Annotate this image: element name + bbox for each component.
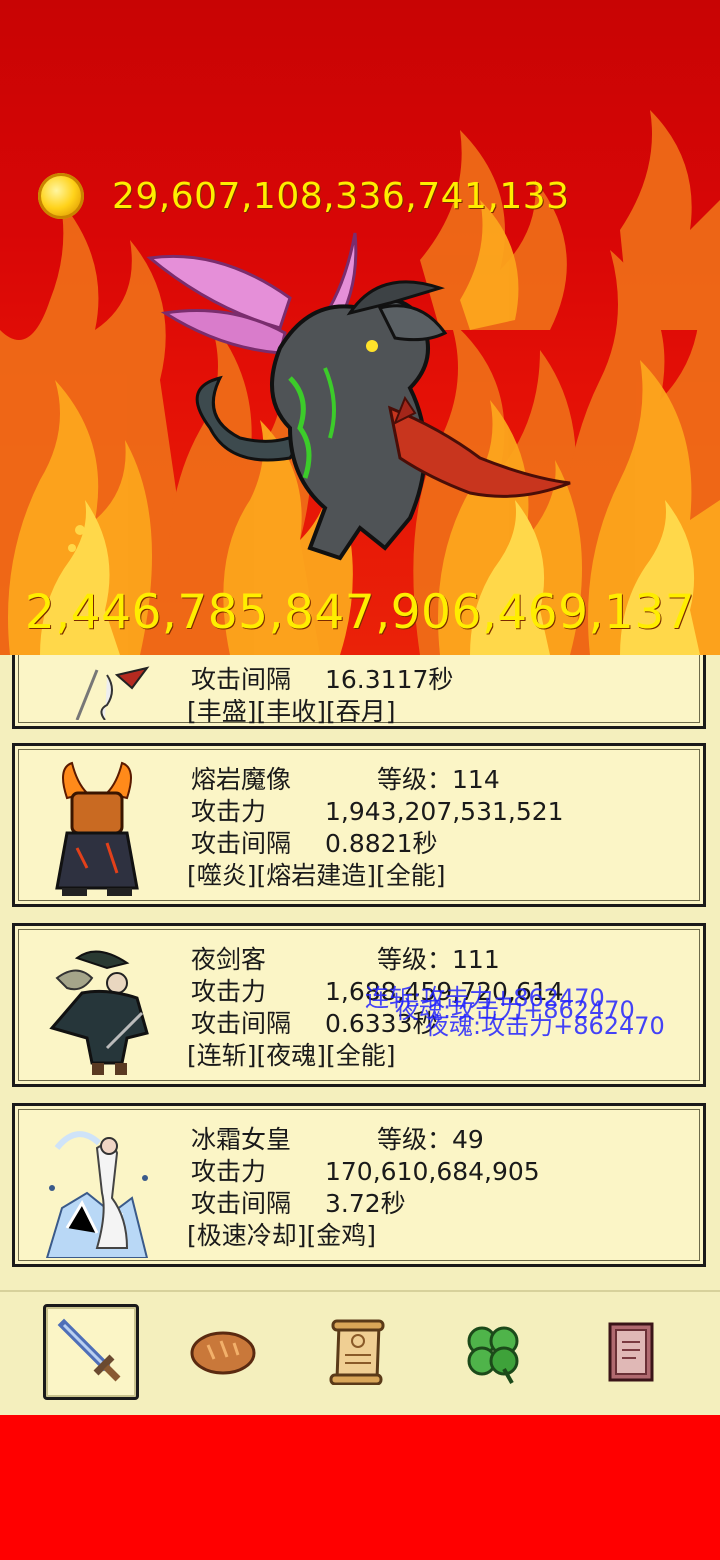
hero-info: 攻击间隔 16.3117秒 [丰盛][丰收][吞月] — [187, 664, 691, 728]
nav-food-button[interactable] — [175, 1304, 271, 1400]
attack-interval-label: 攻击间隔 — [191, 1189, 292, 1218]
hero-level: 49 — [452, 1125, 484, 1154]
boss-hp-counter: 2,446,785,847,906,469,137 — [24, 585, 696, 640]
hero-card[interactable]: 熔岩魔像 等级：114 攻击力 1,943,207,531,521 攻击间隔 0.88… — [12, 743, 706, 907]
sword-icon — [57, 1318, 121, 1382]
reaper-hero-icon — [75, 666, 150, 720]
gold-counter: 29,607,108,336,741,133 — [38, 170, 570, 222]
attack-interval-label: 攻击间隔 — [191, 829, 292, 858]
hero-level: 114 — [452, 765, 500, 794]
hero-name: 冰霜女皇 — [191, 1125, 292, 1154]
hero-name: 夜剑客 — [191, 945, 267, 974]
attack-value: 1,943,207,531,521 — [325, 797, 564, 826]
attack-interval-label: 攻击间隔 — [191, 1009, 292, 1038]
attack-value: 170,610,684,905 — [325, 1157, 540, 1186]
attack-label: 攻击力 — [191, 977, 267, 1006]
attack-label: 攻击力 — [191, 797, 267, 826]
frost-queen-icon — [45, 1131, 149, 1258]
clover-icon — [467, 1326, 519, 1384]
hero-level: 111 — [452, 945, 500, 974]
hero-card[interactable]: 夜剑客 等级：111 攻击力 1,688,459,720,614 攻击间隔 0.633… — [12, 923, 706, 1087]
hero-tags: [噬炎][熔岩建造][全能] — [187, 861, 446, 890]
lava-golem-icon — [55, 761, 139, 896]
hero-tags: [连斩][夜魂][全能] — [187, 1041, 396, 1070]
bottom-nav — [0, 1290, 720, 1417]
book-icon — [608, 1322, 654, 1382]
nav-book-button[interactable] — [582, 1304, 678, 1400]
hero-list[interactable]: 攻击间隔 16.3117秒 [丰盛][丰收][吞月] 熔岩魔像 等级：114 攻击力… — [0, 655, 720, 1290]
nav-heroes-button[interactable] — [43, 1304, 139, 1400]
hero-name: 熔岩魔像 — [191, 765, 292, 794]
hero-info: 冰霜女皇 等级：49 攻击力 170,610,684,905 攻击间隔 3.72秒 [… — [187, 1124, 691, 1252]
attack-interval-value: 16.3117秒 — [325, 665, 454, 694]
night-swordsman-icon — [49, 950, 149, 1075]
attack-interval-value: 0.8821秒 — [325, 829, 438, 858]
nav-luck-button[interactable] — [445, 1304, 541, 1400]
hero-info: 夜剑客 等级：111 攻击力 1,688,459,720,614 攻击间隔 0.633… — [187, 944, 691, 1072]
hero-level-label: 等级： — [377, 765, 453, 794]
hero-level-label: 等级： — [377, 945, 453, 974]
gold-coin-icon — [38, 173, 84, 219]
bottom-background — [0, 1415, 720, 1560]
attack-label: 攻击力 — [191, 1157, 267, 1186]
bread-icon — [190, 1331, 256, 1375]
attack-interval-value: 3.72秒 — [325, 1189, 406, 1218]
hero-card[interactable]: 冰霜女皇 等级：49 攻击力 170,610,684,905 攻击间隔 3.72秒 [… — [12, 1103, 706, 1267]
gold-amount: 29,607,108,336,741,133 — [112, 175, 570, 217]
attack-value: 1,688,459,720,614 — [325, 977, 564, 1006]
winged-demon-boss-icon[interactable] — [140, 228, 580, 573]
hero-info: 熔岩魔像 等级：114 攻击力 1,943,207,531,521 攻击间隔 0.88… — [187, 764, 691, 892]
scroll-icon — [329, 1319, 385, 1385]
hero-card[interactable]: 攻击间隔 16.3117秒 [丰盛][丰收][吞月] — [12, 655, 706, 729]
attack-interval-value: 0.6333秒 — [325, 1009, 438, 1038]
hero-level-label: 等级： — [377, 1125, 453, 1154]
hero-tags: [丰盛][丰收][吞月] — [187, 697, 396, 726]
hero-tags: [极速冷却][金鸡] — [187, 1221, 377, 1250]
nav-scroll-button[interactable] — [310, 1304, 406, 1400]
battle-scene: 29,607,108,336,741,133 2,446,785,847,906… — [0, 0, 720, 655]
attack-interval-label: 攻击间隔 — [191, 665, 292, 694]
